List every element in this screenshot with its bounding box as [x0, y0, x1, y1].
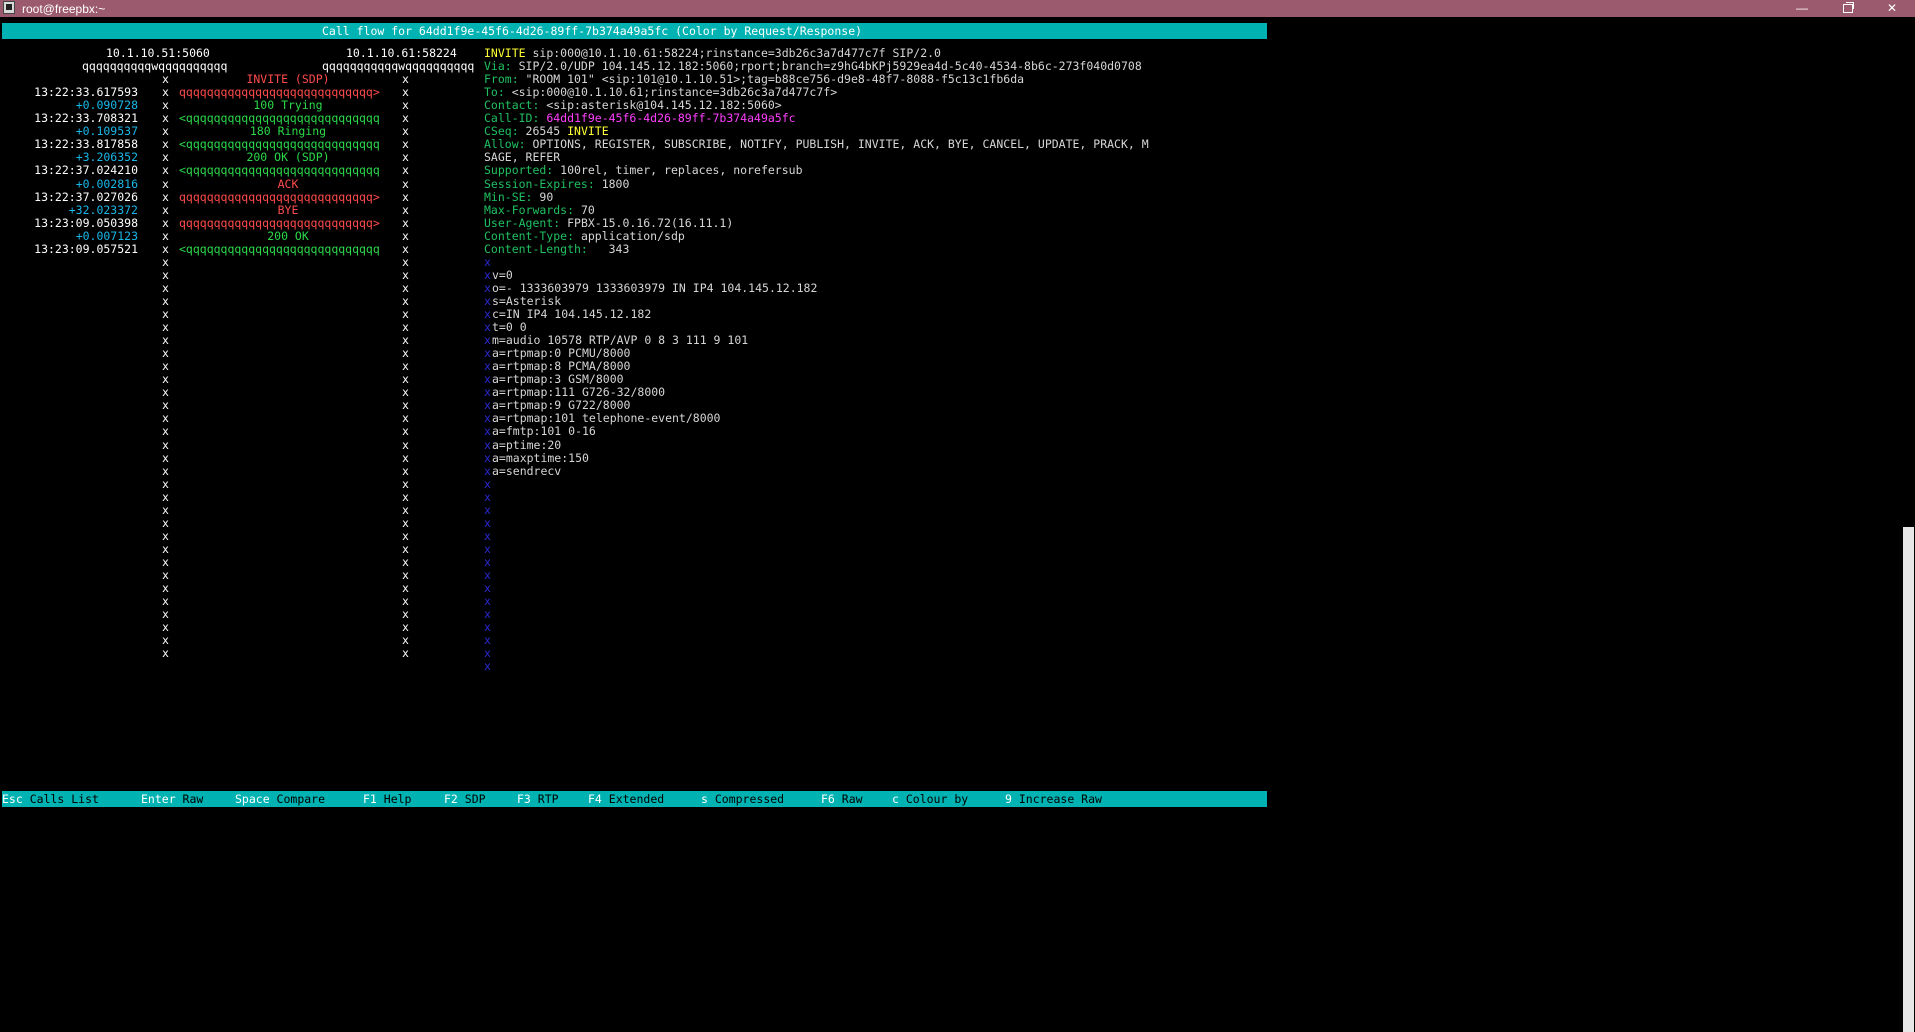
- shortcut-label: Compare: [269, 792, 326, 806]
- restore-icon: [1843, 2, 1854, 13]
- restore-button[interactable]: [1825, 0, 1871, 17]
- shortcut-key: Space: [235, 792, 270, 806]
- host-a-lifeline: x: [162, 646, 169, 661]
- shortcut-key: c: [892, 792, 899, 806]
- sip-header-value: OPTIONS, REGISTER, SUBSCRIBE, NOTIFY, PU…: [532, 137, 1149, 152]
- shortcut-label: Colour by: [898, 792, 969, 806]
- shortcut-key: F4: [588, 792, 602, 806]
- shortcut-item[interactable]: F2 SDP: [444, 792, 486, 806]
- sip-header-value: 343: [594, 241, 630, 256]
- shortcut-label: RTP: [530, 792, 559, 806]
- shortcut-item[interactable]: F1 Help: [363, 792, 411, 806]
- message-timestamp: 13:23:09.057521: [34, 241, 138, 256]
- shortcut-key: Enter: [141, 792, 176, 806]
- scrollbar-thumb[interactable]: [1903, 527, 1914, 1032]
- shortcut-key: F3: [517, 792, 531, 806]
- shortcut-label: Raw: [834, 792, 863, 806]
- shortcut-key: F2: [444, 792, 458, 806]
- shortcut-item[interactable]: Esc Calls List: [2, 792, 99, 806]
- key-shortcut-bar: Esc Calls List Enter Raw Space Compare F1 H…: [2, 791, 1267, 807]
- sip-header-line: Content-Length: 343: [484, 241, 629, 257]
- window-title: root@freepbx:~: [22, 2, 106, 16]
- sip-header-value: 1800: [601, 176, 630, 191]
- shortcut-key: F6: [821, 792, 835, 806]
- call-flow-header-bar: Call flow for 64dd1f9e-45f6-4d26-89ff-7b…: [2, 23, 1267, 39]
- shortcut-key: s: [701, 792, 708, 806]
- shortcut-label: Increase Raw: [1011, 792, 1102, 806]
- payload-marker: x: [484, 659, 491, 674]
- shortcut-key: F1: [363, 792, 377, 806]
- shortcut-item[interactable]: 9 Increase Raw: [1005, 792, 1102, 806]
- shortcut-label: Extended: [601, 792, 665, 806]
- shortcut-item[interactable]: F3 RTP: [517, 792, 559, 806]
- minimize-button[interactable]: —: [1779, 0, 1825, 17]
- shortcut-item[interactable]: F6 Raw: [821, 792, 863, 806]
- shortcut-item[interactable]: Enter Raw: [141, 792, 203, 806]
- shortcut-item[interactable]: F4 Extended: [588, 792, 664, 806]
- shortcut-label: Raw: [175, 792, 204, 806]
- shortcut-label: Compressed: [707, 792, 785, 806]
- message-arrow[interactable]: <qqqqqqqqqqqqqqqqqqqqqqqqqqqq: [179, 241, 380, 257]
- terminal-app-icon[interactable]: [3, 1, 15, 14]
- close-button[interactable]: ✕: [1869, 0, 1915, 17]
- shortcut-item[interactable]: s Compressed: [701, 792, 784, 806]
- sip-header-line: Allow: OPTIONS, REGISTER, SUBSCRIBE, NOT…: [484, 136, 1149, 152]
- terminal-screen[interactable]: Call flow for 64dd1f9e-45f6-4d26-89ff-7b…: [2, 18, 1267, 808]
- call-flow-title: Call flow for 64dd1f9e-45f6-4d26-89ff-7b…: [322, 24, 863, 38]
- shortcut-label: SDP: [457, 792, 486, 806]
- shortcut-item[interactable]: Space Compare: [235, 792, 325, 806]
- shortcut-label: Help: [376, 792, 412, 806]
- shortcut-label: Calls List: [22, 792, 99, 806]
- shortcut-key: Esc: [2, 792, 23, 806]
- vertical-scrollbar[interactable]: [1902, 17, 1915, 1032]
- sip-header-name: Content-Length:: [484, 241, 595, 256]
- shortcut-item[interactable]: c Colour by: [892, 792, 968, 806]
- shortcut-key: 9: [1005, 792, 1012, 806]
- window-title-bar[interactable]: root@freepbx:~ — ✕: [0, 0, 1915, 17]
- host-b-lifeline: x: [402, 646, 409, 661]
- sdp-line: a=sendrecv: [492, 463, 562, 478]
